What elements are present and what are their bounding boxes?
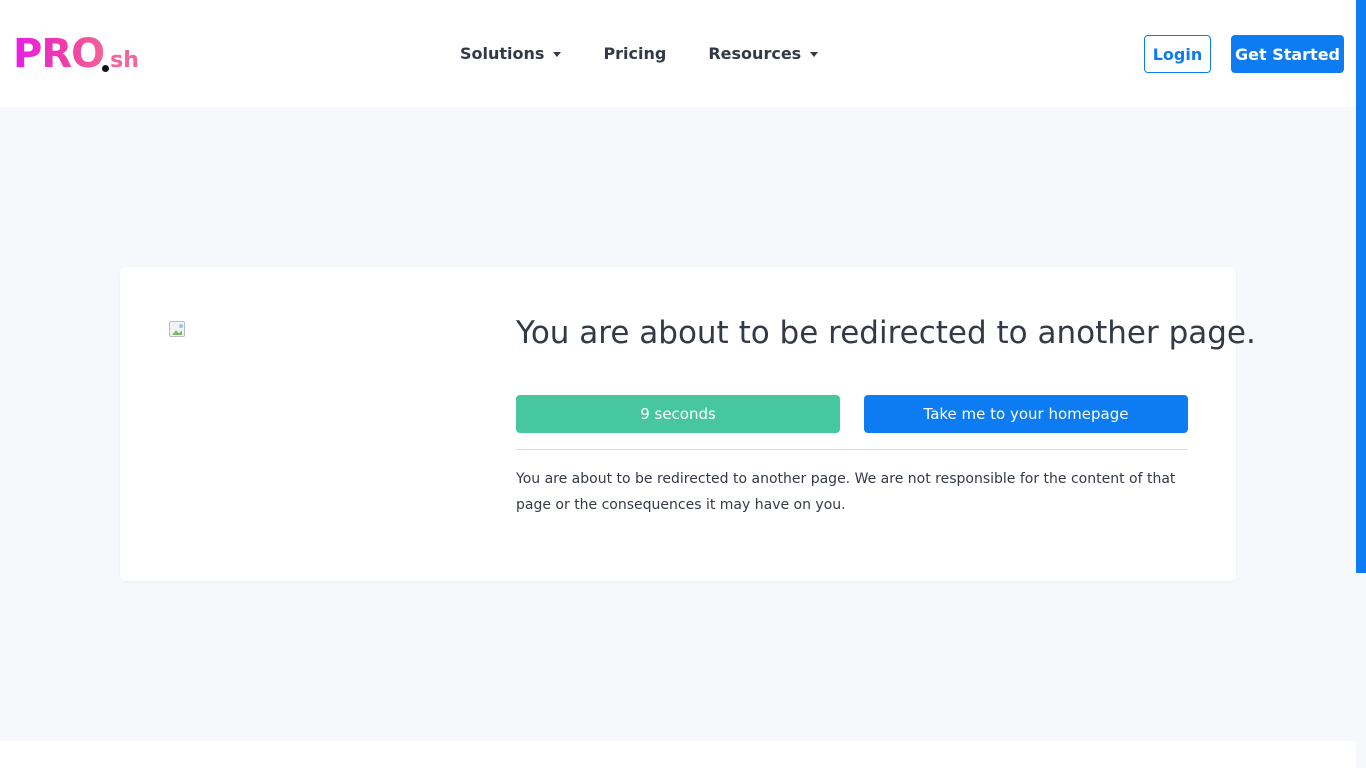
- divider: [516, 449, 1188, 450]
- nav-item-solutions[interactable]: Solutions: [460, 43, 562, 63]
- logo[interactable]: PRO sh: [13, 30, 139, 78]
- login-button[interactable]: Login: [1144, 35, 1211, 73]
- logo-dot: [102, 65, 110, 72]
- page-title: You are about to be redirected to anothe…: [516, 315, 1256, 351]
- chevron-down-icon: [553, 51, 562, 57]
- nav-item-pricing[interactable]: Pricing: [603, 44, 666, 63]
- get-started-button[interactable]: Get Started: [1231, 35, 1344, 73]
- scrollbar-thumb[interactable]: [1356, 0, 1366, 573]
- countdown-badge: 9 seconds: [516, 395, 840, 433]
- nav-item-resources[interactable]: Resources: [708, 43, 819, 63]
- homepage-button[interactable]: Take me to your homepage: [864, 395, 1188, 433]
- navbar: PRO sh Solutions Pricing Resources Login…: [0, 0, 1356, 107]
- chevron-down-icon: [810, 51, 819, 57]
- footer: [0, 741, 1356, 768]
- nav-item-label: Resources: [708, 43, 802, 63]
- logo-sub-text: sh: [110, 48, 139, 73]
- main-nav: Solutions Pricing Resources: [460, 42, 819, 64]
- redirect-card: You are about to be redirected to anothe…: [120, 267, 1256, 581]
- redirect-message: You are about to be redirected to anothe…: [516, 471, 1176, 513]
- logo-main-text: PRO: [13, 31, 105, 77]
- broken-image-icon: [169, 321, 185, 337]
- page: PRO sh Solutions Pricing Resources Login…: [0, 0, 1366, 768]
- nav-item-label: Solutions: [460, 43, 545, 63]
- nav-item-label: Pricing: [603, 43, 667, 63]
